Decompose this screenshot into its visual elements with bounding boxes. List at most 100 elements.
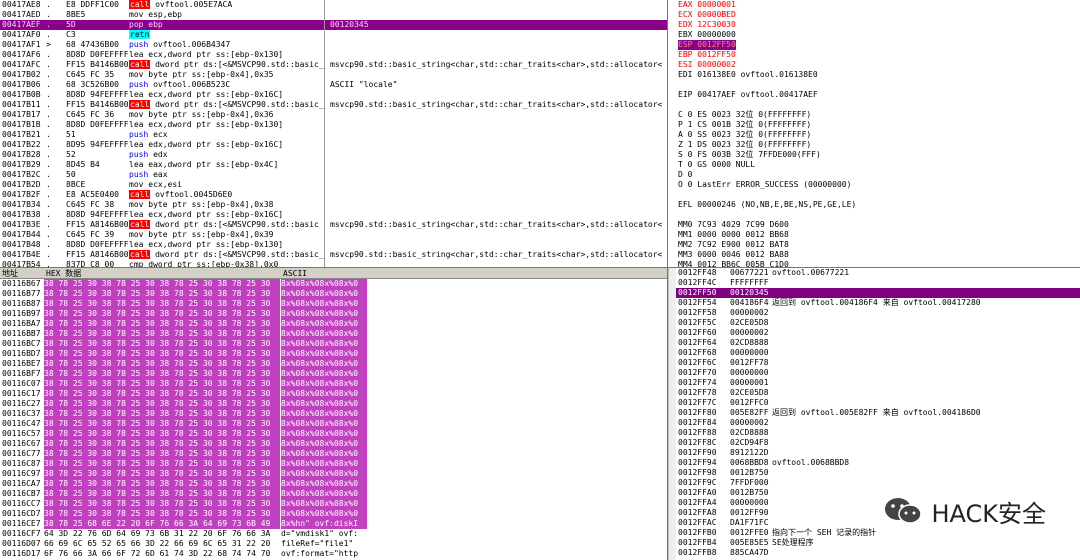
- dump-row[interactable]: 00116BB7 38 78 25 30 38 78 25 30 38 78 25…: [0, 329, 667, 339]
- dump-row[interactable]: 00116C67 38 78 25 30 38 78 25 30 38 78 25…: [0, 439, 667, 449]
- disasm-row[interactable]: 00417AF0. C3 retn: [0, 30, 667, 40]
- dump-row[interactable]: 00116BD7 38 78 25 30 38 78 25 30 38 78 25…: [0, 349, 667, 359]
- register-line[interactable]: EFL 00000246 (NO,NB,E,BE,NS,PE,GE,LE): [668, 200, 1080, 210]
- register-line[interactable]: EIP 00417AEF ovftool.00417AEF: [668, 90, 1080, 100]
- dump-row[interactable]: 00116C27 38 78 25 30 38 78 25 30 38 78 25…: [0, 399, 667, 409]
- disasm-row[interactable]: 00417B2D. 8BCE mov ecx,esi: [0, 180, 667, 190]
- stack-row[interactable]: 0012FF8C 02CD94F8: [668, 438, 1080, 448]
- register-line[interactable]: ESP 0012FF50: [668, 40, 1080, 50]
- dump-row[interactable]: 00116C87 38 78 25 30 38 78 25 30 38 78 25…: [0, 459, 667, 469]
- dump-header-hex[interactable]: HEX 数据: [46, 268, 81, 279]
- disasm-row[interactable]: 00417B2C. 50 push eax: [0, 170, 667, 180]
- disasm-row[interactable]: 00417B38. 8D8D 94FEFFFF lea ecx,dword ptr …: [0, 210, 667, 220]
- stack-row[interactable]: 0012FF84 00000002: [668, 418, 1080, 428]
- disasm-row[interactable]: 00417AE8. E8 DDFF1C00 call ovftool.005E7AC…: [0, 0, 667, 10]
- dump-row[interactable]: 00116B87 38 78 25 30 38 78 25 30 38 78 25…: [0, 299, 667, 309]
- dump-row[interactable]: 00116C47 38 78 25 30 38 78 25 30 38 78 25…: [0, 419, 667, 429]
- dump-row[interactable]: 00116CA7 38 78 25 30 38 78 25 30 38 78 25…: [0, 479, 667, 489]
- stack-row[interactable]: 0012FFB4 005E85E5 SE处理程序: [668, 538, 1080, 548]
- register-line[interactable]: O 0 LastErr ERROR_SUCCESS (00000000): [668, 180, 1080, 190]
- stack-row[interactable]: 0012FF58 00000002: [668, 308, 1080, 318]
- register-line[interactable]: MM0 7C93 4029 7C99 D600: [668, 220, 1080, 230]
- dump-row[interactable]: 00116CE7 38 78 25 68 6E 22 20 6F 76 66 3A…: [0, 519, 667, 529]
- disasm-row[interactable]: 00417AEF. 5D pop ebp 00120345: [0, 20, 667, 30]
- disasm-row[interactable]: 00417B21. 51 push ecx: [0, 130, 667, 140]
- dump-row[interactable]: 00116B77 38 78 25 30 38 78 25 30 38 78 25…: [0, 289, 667, 299]
- stack-row[interactable]: 0012FF64 02CD8888: [668, 338, 1080, 348]
- disassembly-pane[interactable]: 00417AE8. E8 DDFF1C00 call ovftool.005E7AC…: [0, 0, 667, 267]
- memory-dump-pane[interactable]: 地址 HEX 数据 ASCII 00116B67 38 78 25 30 38 7…: [0, 268, 667, 560]
- register-line[interactable]: EDI 016138E0 ovftool.016138E0: [668, 70, 1080, 80]
- dump-row[interactable]: 00116BA7 38 78 25 30 38 78 25 30 38 78 25…: [0, 319, 667, 329]
- register-line[interactable]: D 0: [668, 170, 1080, 180]
- register-line[interactable]: ECX 00000BED: [668, 10, 1080, 20]
- stack-scrollbar[interactable]: [668, 268, 676, 560]
- register-line[interactable]: P 1 CS 001B 32位 0(FFFFFFFF): [668, 120, 1080, 130]
- stack-row[interactable]: 0012FF6C 0012FF78: [668, 358, 1080, 368]
- disasm-row[interactable]: 00417B3E. FF15 A8146B00 call dword ptr ds:…: [0, 220, 667, 230]
- register-line[interactable]: C 0 ES 0023 32位 0(FFFFFFFF): [668, 110, 1080, 120]
- disasm-row[interactable]: 00417B02. C645 FC 35 mov byte ptr ss:[ebp-…: [0, 70, 667, 80]
- disasm-row[interactable]: 00417B0B. 8D8D 94FEFFFF lea ecx,dword ptr …: [0, 90, 667, 100]
- registers-pane[interactable]: EAX 00000001 ECX 00000BED EDX 12C30030 EBX …: [668, 0, 1080, 267]
- register-line[interactable]: EBP 0012FF50: [668, 50, 1080, 60]
- stack-row[interactable]: 0012FF88 02CD8888: [668, 428, 1080, 438]
- dump-row[interactable]: 00116B97 38 78 25 30 38 78 25 30 38 78 25…: [0, 309, 667, 319]
- register-line[interactable]: T 0 GS 0000 NULL: [668, 160, 1080, 170]
- stack-row[interactable]: 0012FF4C FFFFFFFF: [668, 278, 1080, 288]
- dump-row[interactable]: 00116CD7 38 78 25 30 38 78 25 30 38 78 25…: [0, 509, 667, 519]
- register-line[interactable]: MM4 0012 BB6C 005B C1D0: [668, 260, 1080, 267]
- stack-row[interactable]: 0012FF9C 7FFDF000: [668, 478, 1080, 488]
- register-line[interactable]: MM2 7C92 E900 0012 BAT8: [668, 240, 1080, 250]
- register-line[interactable]: S 0 FS 003B 32位 7FFDE000(FFF): [668, 150, 1080, 160]
- dump-header-address[interactable]: 地址: [2, 268, 18, 279]
- dump-row[interactable]: 00116D07 66 69 6C 65 52 65 66 3D 22 66 69…: [0, 539, 667, 549]
- dump-row[interactable]: 00116C07 38 78 25 30 38 78 25 30 38 78 25…: [0, 379, 667, 389]
- register-line[interactable]: MM3 0000 0046 0012 BA88: [668, 250, 1080, 260]
- dump-row[interactable]: 00116C57 38 78 25 30 38 78 25 30 38 78 25…: [0, 429, 667, 439]
- stack-row[interactable]: 0012FFB0 0012FFE0 指向下一个 SEH 记录的指针: [668, 528, 1080, 538]
- stack-row[interactable]: 0012FF74 00000001: [668, 378, 1080, 388]
- register-line[interactable]: EAX 00000001: [668, 0, 1080, 10]
- register-line[interactable]: [668, 190, 1080, 200]
- stack-row[interactable]: 0012FF94 0068BBD8 ovftool.0068BBD8: [668, 458, 1080, 468]
- register-line[interactable]: [668, 210, 1080, 220]
- disasm-row[interactable]: 00417AF6. 8D8D D0FEFFFF lea ecx,dword ptr …: [0, 50, 667, 60]
- stack-row[interactable]: 0012FF68 00000000: [668, 348, 1080, 358]
- disasm-row[interactable]: 00417B54. 837D C8 00 cmp dword ptr ss:[ebp…: [0, 260, 667, 267]
- disasm-row[interactable]: 00417AF1 >68 47436B00 push ovftool.006B434…: [0, 40, 667, 50]
- dump-row[interactable]: 00116C97 38 78 25 30 38 78 25 30 38 78 25…: [0, 469, 667, 479]
- disasm-row[interactable]: 00417B29. 8D45 B4 lea eax,dword ptr ss:[eb…: [0, 160, 667, 170]
- disasm-row[interactable]: 00417B48. 8D8D D0FEFFFF lea ecx,dword ptr …: [0, 240, 667, 250]
- disasm-row[interactable]: 00417AED. 8BE5 mov esp,ebp: [0, 10, 667, 20]
- disasm-row[interactable]: 00417B17. C645 FC 36 mov byte ptr ss:[ebp-…: [0, 110, 667, 120]
- register-line[interactable]: A 0 SS 0023 32位 0(FFFFFFFF): [668, 130, 1080, 140]
- dump-row[interactable]: 00116C77 38 78 25 30 38 78 25 30 38 78 25…: [0, 449, 667, 459]
- dump-row[interactable]: 00116BC7 38 78 25 30 38 78 25 30 38 78 25…: [0, 339, 667, 349]
- disasm-row[interactable]: 00417AFC. FF15 B4146B00 call dword ptr ds:…: [0, 60, 667, 70]
- register-line[interactable]: MM1 0000 0000 0012 BB68: [668, 230, 1080, 240]
- register-line[interactable]: EDX 12C30030: [668, 20, 1080, 30]
- stack-row[interactable]: 0012FF78 02CE05D8: [668, 388, 1080, 398]
- dump-row[interactable]: 00116BF7 38 78 25 30 38 78 25 30 38 78 25…: [0, 369, 667, 379]
- register-line[interactable]: [668, 100, 1080, 110]
- disasm-row[interactable]: 00417B22. 8D95 94FEFFFF lea edx,dword ptr …: [0, 140, 667, 150]
- dump-row[interactable]: 00116C37 38 78 25 30 38 78 25 30 38 78 25…: [0, 409, 667, 419]
- disasm-row[interactable]: 00417B1B. 8D8D D0FEFFFF lea ecx,dword ptr …: [0, 120, 667, 130]
- stack-row[interactable]: 0012FF7C 0012FFC0: [668, 398, 1080, 408]
- dump-row[interactable]: 00116CF7 64 3D 22 76 6D 64 69 73 6B 31 22…: [0, 529, 667, 539]
- dump-row[interactable]: 00116C17 38 78 25 30 38 78 25 30 38 78 25…: [0, 389, 667, 399]
- stack-row[interactable]: 0012FFB8 885CA47D: [668, 548, 1080, 558]
- disasm-row[interactable]: 00417B06. 68 3C526B00 push ovftool.006B523…: [0, 80, 667, 90]
- stack-row[interactable]: 0012FF60 00000002: [668, 328, 1080, 338]
- stack-row[interactable]: 0012FF90 8912122D: [668, 448, 1080, 458]
- register-line[interactable]: ESI 00000002: [668, 60, 1080, 70]
- dump-row[interactable]: 00116CB7 38 78 25 30 38 78 25 30 38 78 25…: [0, 489, 667, 499]
- disasm-row[interactable]: 00417B11. FF15 B4146B00 call dword ptr ds:…: [0, 100, 667, 110]
- stack-row[interactable]: 0012FF98 0012B750: [668, 468, 1080, 478]
- dump-row[interactable]: 00116B67 38 78 25 30 38 78 25 30 38 78 25…: [0, 279, 667, 289]
- dump-header-ascii[interactable]: ASCII: [283, 268, 307, 279]
- dump-row[interactable]: 00116BE7 38 78 25 30 38 78 25 30 38 78 25…: [0, 359, 667, 369]
- register-line[interactable]: EBX 00000000: [668, 30, 1080, 40]
- disasm-row[interactable]: 00417B34. C645 FC 38 mov byte ptr ss:[ebp-…: [0, 200, 667, 210]
